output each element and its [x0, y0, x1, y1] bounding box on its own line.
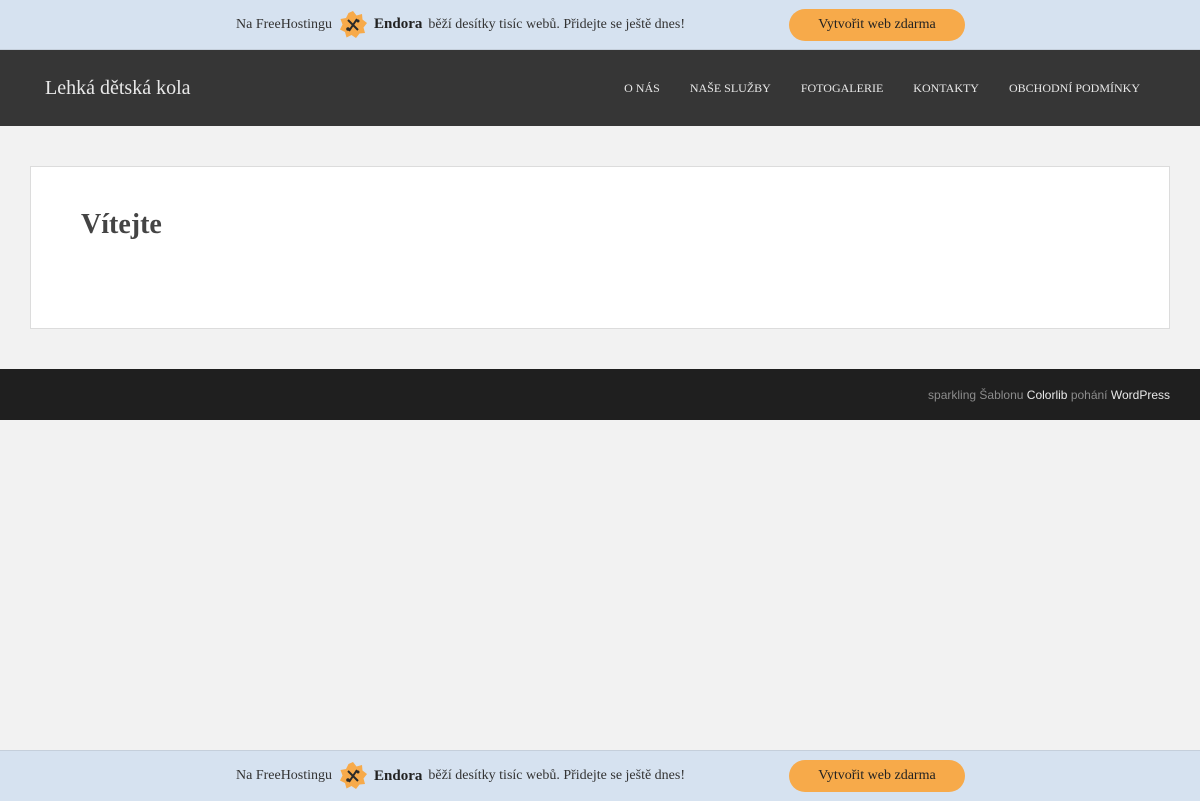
site-header: Lehká dětská kola O nás Naše služby Foto…	[0, 50, 1200, 126]
nav-item-fotogalerie[interactable]: Fotogalerie	[801, 81, 883, 96]
site-footer: sparkling Šablonu Colorlib pohání WordPr…	[0, 369, 1200, 420]
endora-logo-icon[interactable]	[338, 761, 368, 791]
promo-bar-bottom: Na FreeHostingu Endora běží desítky tisí…	[0, 750, 1200, 801]
create-web-button[interactable]: Vytvořit web zdarma	[789, 9, 965, 41]
content-card: Vítejte	[30, 166, 1170, 329]
promo-prefix: Na FreeHostingu	[236, 768, 333, 783]
page-title: Vítejte	[81, 209, 162, 240]
endora-brand[interactable]: Endora	[374, 768, 422, 785]
endora-brand[interactable]: Endora	[374, 16, 422, 33]
promo-bar-top: Na FreeHostingu Endora běží desítky tisí…	[0, 0, 1200, 50]
promo-message-bottom: Na FreeHostingu Endora běží desítky tisí…	[236, 751, 685, 801]
promo-suffix: běží desítky tisíc webů. Přidejte se ješ…	[428, 768, 686, 783]
colorlib-link[interactable]: Colorlib	[1027, 388, 1068, 402]
main-nav: O nás Naše služby Fotogalerie Kontakty O…	[594, 50, 1140, 126]
nav-item-obchodni-podminky[interactable]: Obchodní podmínky	[1009, 81, 1140, 96]
site-title[interactable]: Lehká dětská kola	[45, 50, 191, 126]
nav-item-nase-sluzby[interactable]: Naše služby	[690, 81, 771, 96]
footer-credit: sparkling Šablonu Colorlib pohání WordPr…	[928, 369, 1170, 420]
nav-item-o-nas[interactable]: O nás	[624, 81, 660, 96]
footer-by-text: Šablonu	[979, 387, 1024, 402]
wordpress-link[interactable]: WordPress	[1111, 388, 1170, 402]
promo-message: Na FreeHostingu Endora běží desítky tisí…	[236, 0, 685, 49]
promo-prefix: Na FreeHostingu	[236, 16, 333, 32]
footer-theme-name: sparkling	[928, 387, 977, 402]
endora-logo-icon[interactable]	[338, 10, 368, 40]
nav-item-kontakty[interactable]: Kontakty	[913, 81, 979, 96]
create-web-button[interactable]: Vytvořit web zdarma	[789, 760, 965, 792]
footer-powered-text: pohání	[1070, 387, 1108, 402]
promo-suffix: běží desítky tisíc webů. Přidejte se ješ…	[428, 16, 686, 32]
